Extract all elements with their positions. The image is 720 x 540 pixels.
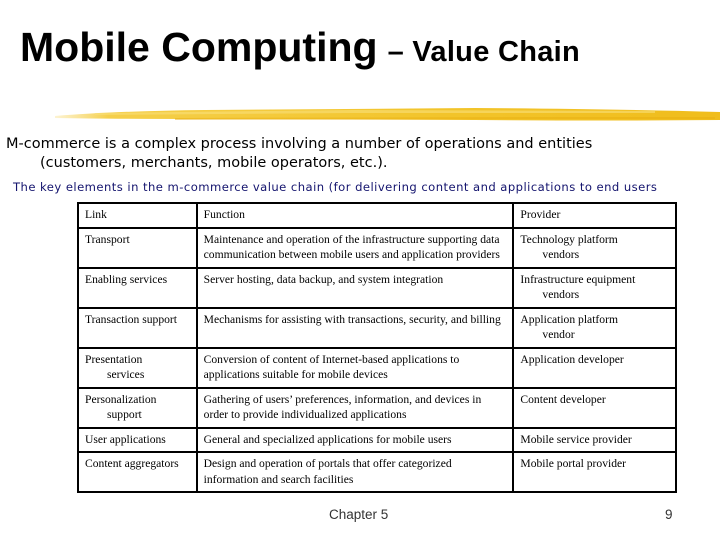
key-elements-caption: The key elements in the m-commerce value…: [13, 180, 658, 194]
table-row: User applications General and specialized…: [77, 426, 677, 453]
cell-provider-text: Application platform: [520, 312, 618, 326]
cell-provider: Infrastructure equipment vendors: [512, 266, 677, 309]
cell-link-text: support: [107, 408, 142, 421]
cell-provider-text: Content developer: [520, 392, 606, 406]
cell-link: Transport: [77, 226, 198, 269]
cell-link-text: Enabling services: [85, 272, 168, 286]
cell-provider-text: Technology platform: [520, 232, 618, 246]
cell-link-text: Transaction support: [85, 312, 177, 326]
cell-link: Presentation services: [77, 346, 198, 389]
table-row: Personalization support Gathering of users…: [77, 386, 677, 429]
intro-line-2: (customers, merchants, mobile operators,…: [40, 155, 388, 171]
table-row: Presentation services Conversion of conten…: [77, 346, 677, 389]
table-row: Enabling services Server hosting, data ba…: [77, 266, 677, 309]
brush-stroke-divider: [55, 108, 720, 121]
cell-link: Enabling services: [77, 266, 198, 309]
value-chain-table: Link Function Provider Transport Maintena…: [77, 202, 677, 493]
cell-function: Design and operation of portals that off…: [195, 451, 515, 493]
cell-function: Mechanisms for assisting with transactio…: [195, 306, 515, 349]
cell-provider: Mobile service provider: [512, 426, 677, 453]
header-function: Function: [195, 202, 515, 229]
header-provider: Provider: [512, 202, 677, 229]
cell-link-text: Presentation: [85, 352, 143, 366]
cell-provider: Mobile portal provider: [512, 451, 677, 493]
slide-title: Mobile Computing – Value Chain: [20, 24, 580, 71]
footer-chapter: Chapter 5: [329, 507, 389, 522]
cell-function: General and specialized applications for…: [195, 426, 515, 453]
cell-provider: Application developer: [512, 346, 677, 389]
cell-provider: Technology platform vendors: [512, 226, 677, 269]
intro-line-1: M-commerce is a complex process involvin…: [6, 136, 593, 152]
header-link: Link: [77, 202, 198, 229]
footer-page-number: 9: [665, 507, 673, 522]
table-row: Transaction support Mechanisms for assist…: [77, 306, 677, 349]
cell-link-text: Content aggregators: [85, 457, 179, 470]
cell-provider: Application platform vendor: [512, 306, 677, 349]
cell-provider-text: Infrastructure equipment: [520, 272, 636, 286]
cell-link-text: Personalization: [85, 392, 157, 406]
cell-provider-text: Application developer: [520, 352, 624, 366]
table-row: Content aggregators Design and operation …: [77, 451, 677, 493]
cell-provider-text: vendors: [542, 248, 580, 261]
slide-title-sub: – Value Chain: [387, 36, 581, 68]
table-row: Transport Maintenance and operation of th…: [77, 226, 677, 269]
cell-provider-text: Mobile service provider: [520, 432, 632, 446]
cell-link: Content aggregators: [77, 451, 198, 493]
cell-provider-text: Mobile portal provider: [520, 457, 627, 470]
intro-paragraph: M-commerce is a complex process involvin…: [6, 135, 592, 173]
cell-link: User applications: [77, 426, 198, 453]
cell-link-text: User applications: [85, 432, 166, 446]
cell-link: Transaction support: [77, 306, 198, 349]
cell-function: Maintenance and operation of the infrast…: [195, 226, 515, 269]
slide-title-main: Mobile Computing: [20, 24, 378, 70]
cell-link-text: services: [107, 368, 145, 381]
cell-link: Personalization support: [77, 386, 198, 429]
cell-provider-text: vendors: [542, 288, 580, 301]
cell-provider: Content developer: [512, 386, 677, 429]
cell-function: Gathering of users’ preferences, informa…: [195, 386, 515, 429]
table-header-row: Link Function Provider: [77, 202, 677, 229]
cell-function: Conversion of content of Internet-based …: [195, 346, 515, 389]
cell-function: Server hosting, data backup, and system …: [195, 266, 515, 309]
cell-link-text: Transport: [85, 232, 130, 246]
cell-provider-text: vendor: [542, 328, 575, 341]
